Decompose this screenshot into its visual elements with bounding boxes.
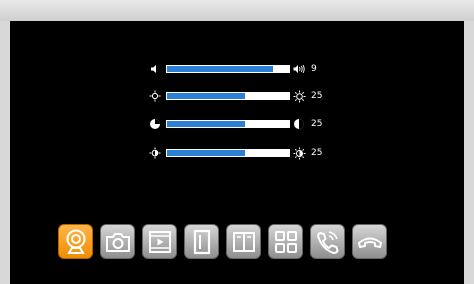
sun-bright-icon — [292, 89, 306, 103]
webcam-icon — [66, 229, 85, 254]
sun-dim-icon — [148, 89, 162, 103]
contrast-slider[interactable] — [166, 120, 290, 128]
color-value: 25 — [311, 148, 323, 158]
color-low-icon — [148, 146, 162, 160]
device-frame: 9 25 25 25 — [0, 0, 474, 284]
volume-value: 9 — [311, 64, 317, 74]
contrast-high-icon — [292, 117, 306, 131]
contrast-slider-fill — [167, 121, 246, 127]
contrast-low-icon — [148, 117, 162, 131]
snapshot-button[interactable] — [100, 224, 135, 259]
title-bar — [0, 0, 474, 21]
grid-icon — [274, 230, 297, 253]
gate-button[interactable] — [226, 224, 261, 259]
color-slider-row: 25 — [148, 146, 328, 160]
speaker-loud-icon — [292, 62, 306, 76]
call-button[interactable] — [310, 224, 345, 259]
film-icon — [148, 230, 171, 253]
camera-monitor-button[interactable] — [58, 224, 93, 259]
door-button[interactable] — [184, 224, 219, 259]
brightness-slider-row: 25 — [148, 89, 328, 103]
volume-slider-fill — [167, 66, 274, 72]
menu-button[interactable] — [268, 224, 303, 259]
color-slider[interactable] — [166, 149, 290, 157]
speaker-icon — [148, 62, 162, 76]
gate-icon — [232, 231, 255, 252]
bottom-dock — [58, 224, 387, 259]
hangup-icon — [357, 237, 382, 248]
volume-slider[interactable] — [166, 65, 290, 73]
door-icon — [193, 229, 210, 254]
brightness-slider-fill — [167, 93, 246, 99]
color-high-icon — [292, 146, 306, 160]
contrast-slider-row: 25 — [148, 117, 328, 131]
playback-button[interactable] — [142, 224, 177, 259]
phone-ring-icon — [316, 230, 338, 254]
brightness-slider[interactable] — [166, 92, 290, 100]
contrast-value: 25 — [311, 119, 323, 129]
brightness-value: 25 — [311, 91, 323, 101]
color-slider-fill — [167, 150, 246, 156]
camera-icon — [105, 232, 130, 252]
volume-slider-row: 9 — [148, 62, 328, 76]
hang-up-button[interactable] — [352, 224, 387, 259]
